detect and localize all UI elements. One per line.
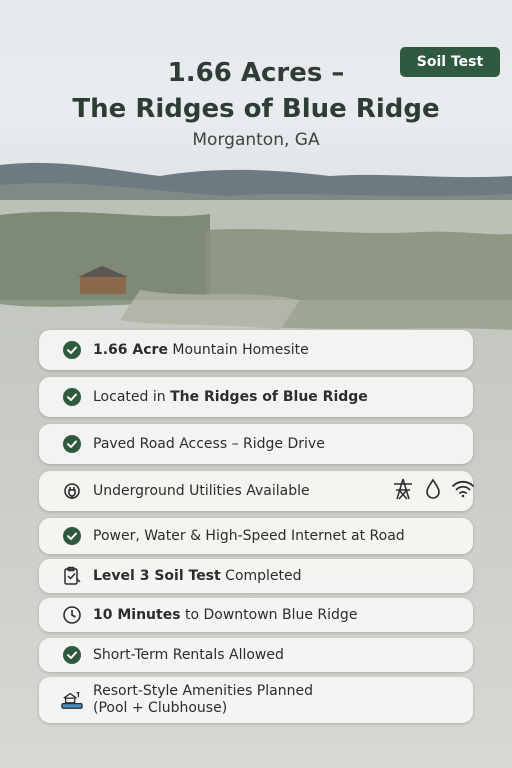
feature-card: Paved Road Access – Ridge Drive [39,424,473,464]
feature-card: Resort-Style Amenities Planned (Pool + C… [39,677,473,723]
feature-text: Underground Utilities Available [93,483,310,499]
feature-card: Located in The Ridges of Blue Ridge [39,377,473,417]
feature-bold: 10 Minutes [93,607,181,623]
check-circle-icon [61,386,83,408]
utility-plug-icon [61,480,83,502]
feature-text: Located in [93,389,171,405]
feature-card: Level 3 Soil Test Completed [39,559,473,593]
check-circle-icon [61,644,83,666]
feature-bold: Level 3 Soil Test [93,568,221,584]
feature-text: to Downtown Blue Ridge [180,607,358,623]
feature-card: 1.66 Acre Mountain Homesite [39,330,473,370]
clock-icon [61,604,83,626]
pool-icon [61,689,83,711]
check-circle-icon [61,433,83,455]
feature-text: Paved Road Access – Ridge Drive [93,436,325,452]
feature-bold: The Ridges of Blue Ridge [170,389,368,405]
feature-bold: 1.66 Acre [93,342,168,358]
feature-text: Power, Water & High-Speed Internet at Ro… [93,528,405,544]
feature-text: Mountain Homesite [167,342,309,358]
wifi-icon [451,479,475,503]
location: Morganton, GA [192,130,320,150]
clipboard-check-icon [61,565,83,587]
feature-card: Power, Water & High-Speed Internet at Ro… [39,518,473,554]
page-title-line2: The Ridges of Blue Ridge [72,94,440,124]
check-circle-icon [61,525,83,547]
feature-text-line2: (Pool + Clubhouse) [93,700,228,716]
feature-text: Short-Term Rentals Allowed [93,647,284,663]
check-circle-icon [61,339,83,361]
feature-card: Short-Term Rentals Allowed [39,638,473,672]
feature-card: 10 Minutes to Downtown Blue Ridge [39,598,473,632]
feature-card: Underground Utilities Available [39,471,475,511]
water-drop-icon [425,478,441,504]
page-title-line1: 1.66 Acres – [167,58,345,88]
feature-text-line1: Resort-Style Amenities Planned [93,683,313,699]
feature-text: Completed [220,568,302,584]
power-tower-icon [391,478,415,504]
